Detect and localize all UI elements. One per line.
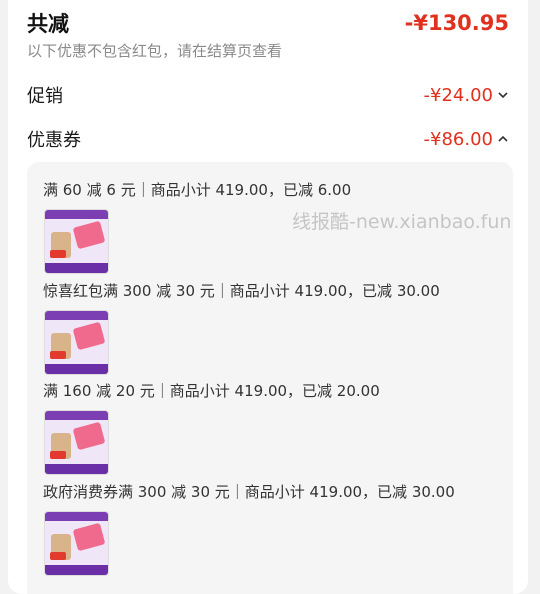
- watermark: 线报酷-new.xianbao.fun: [292, 211, 512, 233]
- promo-row[interactable]: 促销 -¥24.00: [27, 82, 509, 108]
- discount-card: 共减 -¥130.95 以下优惠不包含红包，请在结算页查看 促销 -¥24.00…: [8, 0, 528, 594]
- product-thumbnail[interactable]: [44, 511, 109, 576]
- product-thumbnail[interactable]: [44, 410, 109, 475]
- chevron-up-icon[interactable]: [497, 133, 509, 145]
- coupon-label: 优惠券: [27, 130, 81, 151]
- discount-note: 以下优惠不包含红包，请在结算页查看: [27, 42, 283, 60]
- promo-label: 促销: [27, 86, 63, 107]
- product-thumbnail[interactable]: [44, 310, 109, 375]
- total-title: 共减: [27, 12, 69, 36]
- chevron-down-icon[interactable]: [497, 89, 509, 101]
- total-row: 共减 -¥130.95: [27, 8, 509, 38]
- coupon-detail-line: 惊喜红包满 300 减 30 元｜商品小计 419.00，已减 30.00: [43, 282, 440, 300]
- coupon-detail-line: 满 160 减 20 元｜商品小计 419.00，已减 20.00: [43, 382, 380, 400]
- coupon-row[interactable]: 优惠券 -¥86.00: [27, 126, 509, 152]
- total-amount: -¥130.95: [404, 11, 509, 35]
- coupon-detail-line: 满 60 减 6 元｜商品小计 419.00，已减 6.00: [43, 181, 352, 199]
- coupon-amount: -¥86.00: [423, 128, 493, 150]
- product-thumbnail[interactable]: [44, 209, 109, 274]
- coupon-detail-line: 政府消费券满 300 减 30 元｜商品小计 419.00，已减 30.00: [43, 483, 455, 501]
- promo-amount: -¥24.00: [423, 84, 493, 106]
- coupon-amount-group[interactable]: -¥86.00: [424, 129, 509, 150]
- promo-amount-group[interactable]: -¥24.00: [424, 85, 509, 106]
